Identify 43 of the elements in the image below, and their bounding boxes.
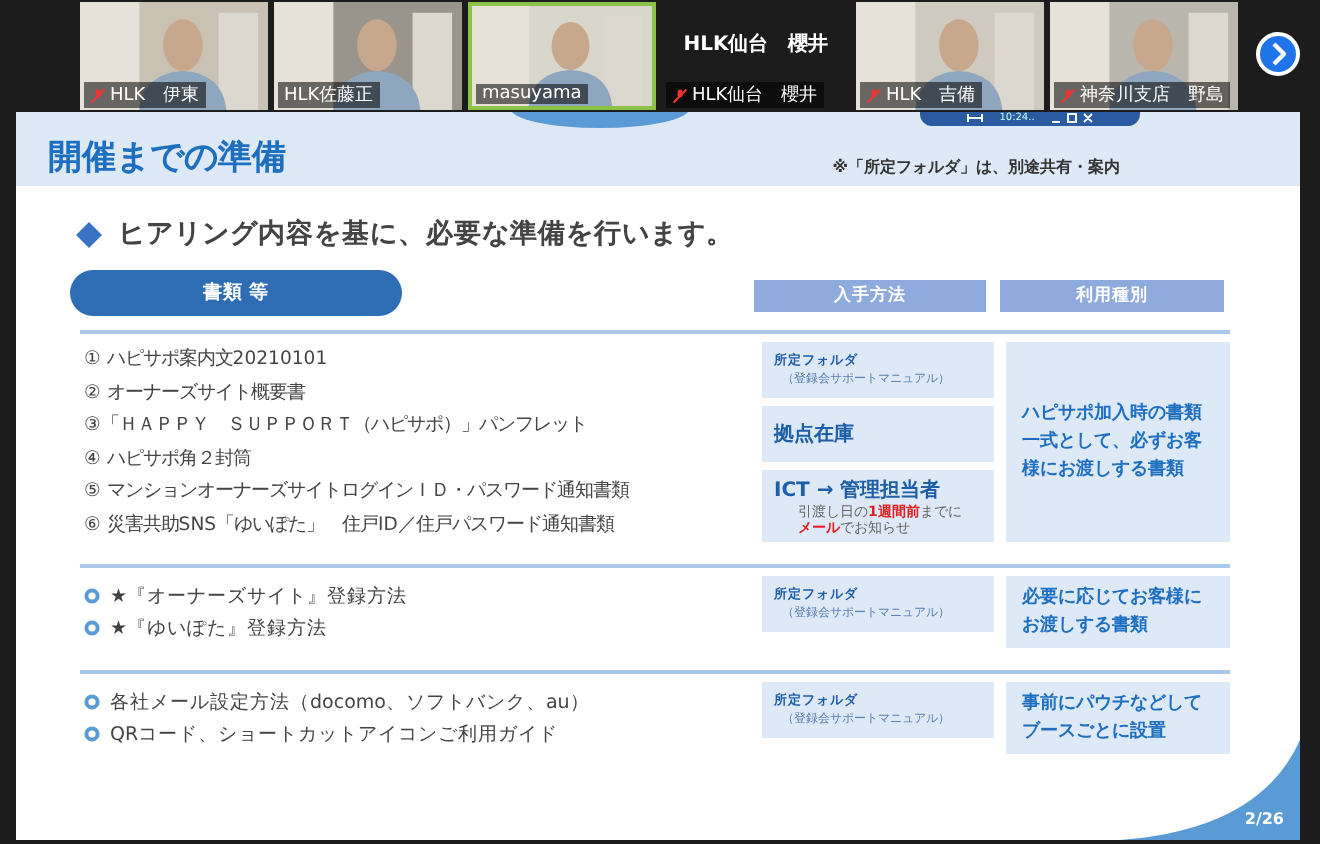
slide-heading: ヒアリング内容を基に、必要な準備を行います。 — [118, 216, 734, 252]
pin-icon — [965, 112, 984, 124]
video-tile[interactable]: HLK 吉備 — [856, 2, 1044, 110]
document-item: ② オーナーズサイト概要書 — [84, 379, 305, 407]
participant-label: 神奈川支店 野島 — [1054, 82, 1230, 108]
document-item: ★『ゆいぽた』登録方法 — [110, 615, 328, 643]
document-item: ★『オーナーズサイト』登録方法 — [110, 583, 408, 611]
document-item: ⑤ マンションオーナーズサイトログインＩＤ・パスワード通知書類 — [84, 478, 629, 506]
slide-title: 開催までの準備 — [48, 136, 286, 182]
ring-bullet-icon — [84, 694, 100, 710]
slide-note: ※「所定フォルダ」は、別途共有・案内 — [832, 156, 1120, 180]
participant-label: HLK 吉備 — [860, 82, 982, 108]
ring-bullet-icon — [84, 726, 100, 742]
usage-text: 事前にパウチなどしてブースごとに設置 — [1022, 690, 1204, 746]
diamond-icon — [76, 221, 102, 247]
page-number: 2/26 — [1244, 810, 1284, 828]
document-item: QRコード、ショートカットアイコンご利用ガイド — [110, 721, 559, 749]
usage-text: ハピサポ加入時の書類一式として、必ずお客様にお渡しする書類 — [1022, 400, 1204, 484]
document-item: ⑥ 災害共助SNS「ゆいぽた」 住戸ID／住戸パスワード通知書類 — [84, 511, 614, 539]
column-header: 利用種別 — [1000, 280, 1224, 312]
chevron-right-icon — [1271, 42, 1285, 66]
ring-bullet-icon — [84, 588, 100, 604]
participant-label: HLK佐藤正 — [278, 82, 380, 108]
participant-label: HLK 伊東 — [84, 82, 206, 108]
window-controls-icon — [1050, 112, 1095, 124]
document-item: ③「ＨＡＰＰＹ ＳＵＰＰＯＲＴ（ハピサポ）」パンフレット — [84, 412, 587, 440]
usage-text: 必要に応じてお客様にお渡しする書類 — [1022, 584, 1204, 640]
video-tile[interactable]: HLK佐藤正 — [274, 2, 462, 110]
participant-name: HLK仙台 櫻井 — [681, 31, 831, 58]
method-title: ICT → 管理担当者 — [774, 477, 943, 504]
document-item: ① ハピサポ案内文20210101 — [84, 346, 328, 374]
document-item: ④ ハピサポ角２封筒 — [84, 445, 251, 473]
next-page-button[interactable] — [1256, 32, 1300, 76]
ring-bullet-icon — [84, 620, 100, 636]
category-label: 書類 等 — [70, 270, 402, 316]
video-tile[interactable]: masuyama — [468, 2, 656, 110]
video-tile[interactable]: 神奈川支店 野島 — [1050, 2, 1238, 110]
method-title: 拠点在庫 — [774, 420, 856, 448]
participant-label: HLK仙台 櫻井 — [666, 82, 824, 108]
video-tile[interactable]: HLK 伊東 — [80, 2, 268, 110]
participant-label: masuyama — [476, 84, 588, 104]
column-header: 入手方法 — [754, 280, 986, 312]
document-item: 各社メール設定方法（docomo、ソフトバンク、au） — [110, 689, 590, 717]
